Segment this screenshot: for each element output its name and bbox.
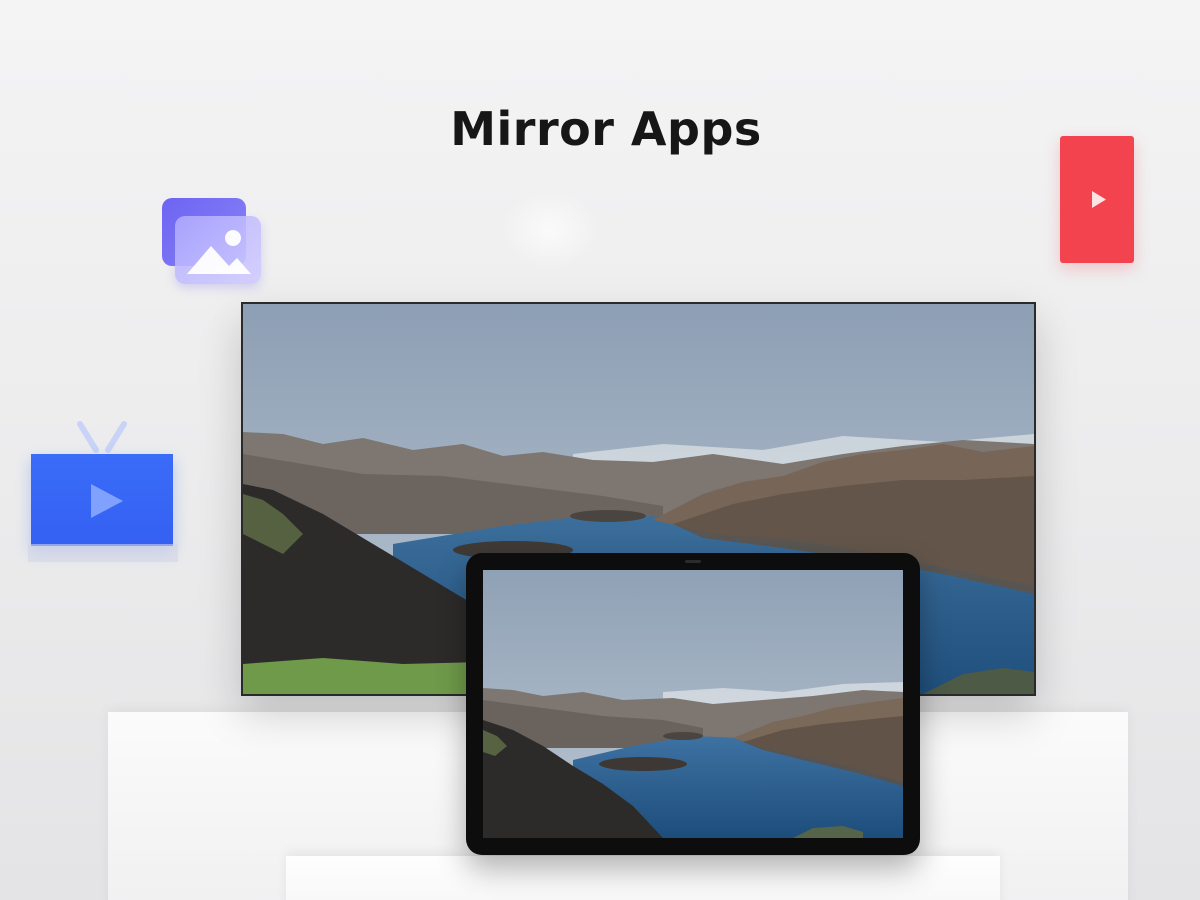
tv-play-icon bbox=[28, 420, 180, 566]
display-pedestal-front bbox=[286, 856, 1000, 900]
promo-screen: Mirror Apps bbox=[0, 0, 1200, 900]
image-gallery-icon bbox=[162, 198, 262, 286]
page-title: Mirror Apps bbox=[450, 102, 762, 156]
tablet-screen bbox=[483, 570, 903, 838]
tablet-landscape-photo bbox=[483, 570, 903, 838]
tv-screen bbox=[31, 454, 173, 546]
tv-play-glyph-icon bbox=[91, 484, 123, 518]
tablet-camera bbox=[685, 560, 701, 563]
tablet-device bbox=[466, 553, 920, 855]
background-glow bbox=[500, 190, 600, 270]
play-triangle-icon bbox=[1092, 191, 1106, 208]
gallery-front-card bbox=[175, 216, 261, 284]
landscape-glyph-icon bbox=[187, 230, 251, 274]
red-play-icon bbox=[1060, 136, 1134, 263]
tv-shadow bbox=[28, 544, 178, 562]
